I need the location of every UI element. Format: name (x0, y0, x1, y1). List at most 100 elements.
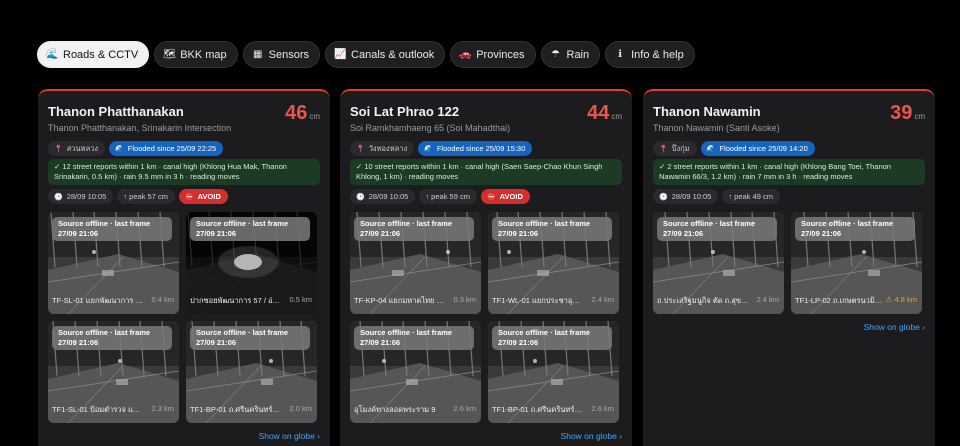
tab-icon: 🗺 (163, 49, 176, 60)
tab-icon: ▦ (252, 49, 263, 60)
tab-icon: 📈 (334, 49, 347, 60)
camera-distance: 2.4 km (591, 295, 614, 304)
camera-name: TF-SL-01 แยกพัฒนาการ / ศรี... (52, 296, 144, 305)
source-offline-banner: Source offline · last frame 27/09 21:06 (795, 217, 915, 241)
camera-distance: 2.0 km (289, 404, 312, 413)
tab-canals-outlook[interactable]: 📈 Canals & outlook (325, 41, 446, 68)
card-title: Soi Lat Phrao 122 (350, 104, 460, 119)
flooded-since-label: Flooded since 25/09 15:30 (436, 144, 526, 153)
tab-info-help[interactable]: ℹ Info & help (605, 41, 695, 68)
camera-distance: 2.4 km (756, 295, 779, 304)
cctv-tile[interactable]: Source offline · last frame 27/09 21:06 T… (791, 212, 922, 314)
cctv-caption: ปากซอยพัฒนาการ 57 / อ่อนนุช... 0.5 km (190, 295, 312, 307)
water-level-value: 39 (890, 102, 913, 124)
camera-name: TF1-WL-01 แยกประชาอุทิศ... (492, 296, 584, 305)
time-label: 28/09 10:05 (66, 192, 107, 201)
district-chip: 📍 สวนหลวง (48, 141, 106, 156)
wave-icon: 🌊 (424, 145, 433, 153)
source-offline-banner: Source offline · last frame 27/09 21:06 (657, 217, 777, 241)
tab-label: Canals & outlook (351, 48, 435, 61)
time-label: 28/09 10:05 (368, 192, 409, 201)
water-level: 46 cm (285, 102, 320, 125)
cctv-caption: TF-SL-01 แยกพัฒนาการ / ศรี... 0.4 km (52, 295, 174, 307)
source-offline-banner: Source offline · last frame 27/09 21:06 (492, 326, 612, 350)
view-tabs: 🌊 Roads & CCTV 🗺 BKK map ▦ Sensors 📈 Canals & o… (37, 41, 695, 68)
camera-name: TF1-BP-01 ถ.ศรีนครินทร์ ตัด... (190, 405, 282, 414)
cctv-tile[interactable]: Source offline · last frame 27/09 21:06 ถ… (653, 212, 784, 314)
card-subtitle: Thanon Nawamin (Santi Asoke) (653, 123, 780, 133)
camera-distance: 0.4 km (151, 295, 174, 304)
camera-distance: 0.5 km (289, 295, 312, 304)
water-level-value: 44 (587, 102, 610, 124)
card-title: Thanon Phatthanakan (48, 104, 184, 119)
cctv-caption: TF1-SL-01 ป้อมตำรวจ แยก... 2.3 km (52, 404, 174, 416)
stop-icon: ⛔ (486, 193, 496, 201)
source-offline-banner: Source offline · last frame 27/09 21:06 (492, 217, 612, 241)
peak-chip: ↑ peak 49 cm (722, 189, 780, 204)
avoid-badge: ⛔ AVOID (178, 189, 228, 204)
tab-icon: ℹ (618, 49, 623, 60)
avoid-label: AVOID (499, 192, 523, 201)
status-chips: 🕒 28/09 10:05 ↑ peak 49 cm (653, 189, 780, 204)
source-offline-banner: Source offline · last frame 27/09 21:06 (354, 217, 474, 241)
tab-label: Rain (566, 48, 590, 61)
location-chips: 📍 สวนหลวง 🌊 Flooded since 25/09 22:25 (48, 141, 224, 156)
flooded-since-label: Flooded since 25/09 22:25 (127, 144, 217, 153)
camera-distance: 2.6 km (591, 404, 614, 413)
water-level-unit: cm (914, 112, 925, 121)
cctv-caption: TF-KP-04 แยกมหาดไทย / ... 0.3 km (354, 295, 476, 307)
tab-label: BKK map (180, 48, 227, 61)
tab-sensors[interactable]: ▦ Sensors (242, 41, 321, 68)
cctv-tile[interactable]: Source offline · last frame 27/09 21:06 T… (48, 212, 179, 314)
cctv-tile[interactable]: Source offline · last frame 27/09 21:06 T… (350, 212, 481, 314)
time-chip: 🕒 28/09 10:05 (653, 189, 719, 204)
avoid-label: AVOID (197, 192, 221, 201)
clock-icon: 🕒 (356, 193, 365, 201)
flooded-since-label: Flooded since 25/09 14:20 (719, 144, 808, 153)
cctv-caption: TF1-BP-01 ถ.ศรีนครินทร์ ตัด... 2.6 km (492, 404, 614, 416)
cctv-grid: Source offline · last frame 27/09 21:06 ถ… (653, 212, 922, 314)
status-chips: 🕒 28/09 10:05 ↑ peak 57 cm ⛔ AVOID (48, 189, 228, 204)
tab-rain[interactable]: ☂ Rain (540, 41, 601, 68)
tab-icon: ☂ (551, 49, 560, 60)
pin-icon: 📍 (54, 145, 63, 153)
source-offline-banner: Source offline · last frame 27/09 21:06 (190, 217, 310, 241)
stop-icon: ⛔ (184, 193, 194, 201)
reports-summary: ✓ 2 street reports within 1 km · canal h… (653, 159, 925, 185)
source-offline-banner: Source offline · last frame 27/09 21:06 (52, 326, 172, 350)
district-chip: 📍 บึงกุ่ม (653, 141, 697, 156)
cctv-caption: TF1-BP-01 ถ.ศรีนครินทร์ ตัด... 2.0 km (190, 404, 312, 416)
clock-icon: 🕒 (54, 193, 63, 201)
camera-name: TF-KP-04 แยกมหาดไทย / ... (354, 296, 446, 305)
peak-chip: ↑ peak 59 cm (419, 189, 477, 204)
peak-chip: ↑ peak 57 cm (117, 189, 175, 204)
pin-icon: 📍 (659, 145, 668, 153)
location-chips: 📍 บึงกุ่ม 🌊 Flooded since 25/09 14:20 (653, 141, 815, 156)
cctv-tile[interactable]: Source offline · last frame 27/09 21:06 T… (186, 321, 317, 423)
cctv-tile[interactable]: Source offline · last frame 27/09 21:06 อ… (350, 321, 481, 423)
district-label: สวนหลวง (66, 143, 99, 153)
cctv-tile[interactable]: Source offline · last frame 27/09 21:06 ป… (186, 212, 317, 314)
cctv-tile[interactable]: Source offline · last frame 27/09 21:06 T… (488, 321, 619, 423)
cctv-tile[interactable]: Source offline · last frame 27/09 21:06 T… (48, 321, 179, 423)
cctv-caption: อุโมงค์ทางลอดพระราม 9 2.6 km (354, 404, 476, 416)
flood-card: Thanon Phatthanakan Thanon Phatthanakan, … (38, 89, 330, 446)
show-on-globe-link[interactable]: Show on globe › (864, 322, 925, 332)
district-chip: 📍 วังทองหลาง (350, 141, 415, 156)
tab-label: Info & help (631, 48, 684, 61)
tab-provinces[interactable]: 🚗 Provinces (450, 41, 536, 68)
camera-distance: 0.3 km (453, 295, 476, 304)
source-offline-banner: Source offline · last frame 27/09 21:06 (52, 217, 172, 241)
flood-card: Soi Lat Phrao 122 Soi Ramkhamhaeng 65 (So… (340, 89, 632, 446)
tab-label: Roads & CCTV (63, 48, 139, 61)
water-level-unit: cm (611, 112, 622, 121)
flooded-since-chip: 🌊 Flooded since 25/09 15:30 (418, 141, 533, 156)
tab-roads-cctv[interactable]: 🌊 Roads & CCTV (37, 41, 150, 68)
tab-bkk-map[interactable]: 🗺 BKK map (154, 41, 238, 68)
show-on-globe-link[interactable]: Show on globe › (259, 431, 320, 441)
reports-summary: ✓ 12 street reports within 1 km · canal … (48, 159, 320, 185)
show-on-globe-link[interactable]: Show on globe › (561, 431, 622, 441)
camera-name: TF1-LP-02 ถ.เกษตรนวมินทร์ (795, 296, 886, 305)
water-level: 39 cm (890, 102, 925, 125)
cctv-tile[interactable]: Source offline · last frame 27/09 21:06 T… (488, 212, 619, 314)
